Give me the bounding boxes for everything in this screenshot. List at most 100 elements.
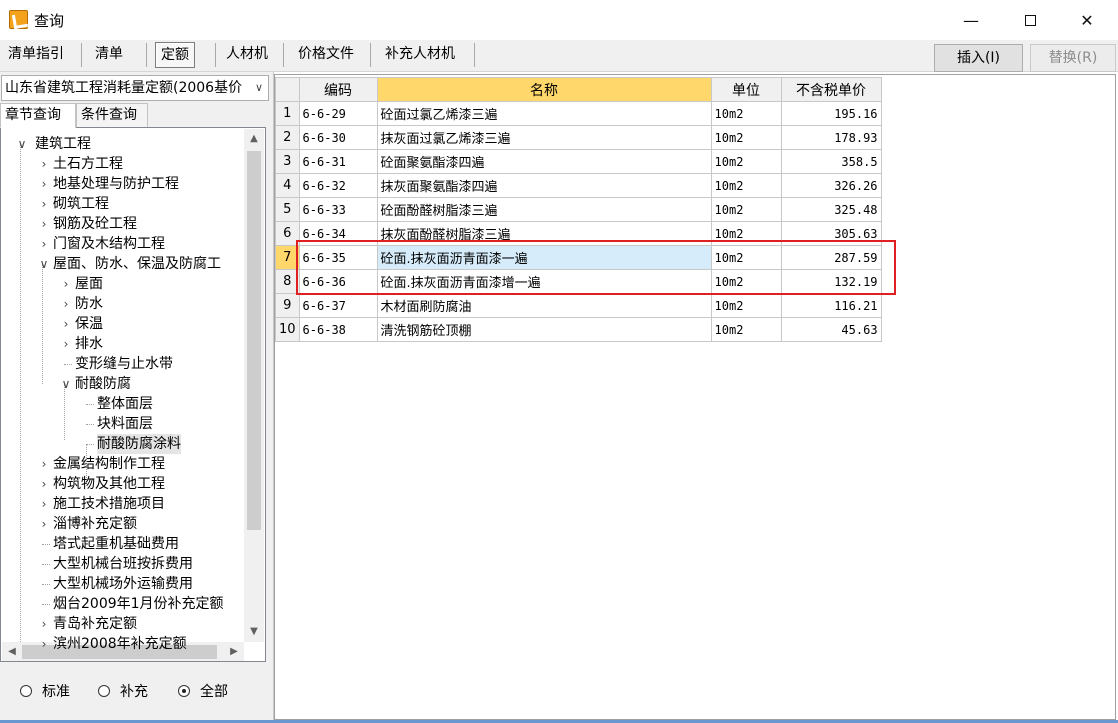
scroll-right-icon[interactable]: ▶ <box>224 642 244 661</box>
cell-name[interactable]: 砼面.抹灰面沥青面漆一遍 <box>376 245 712 270</box>
cell-unit[interactable]: 10m2 <box>710 125 782 150</box>
cell-unit[interactable]: 10m2 <box>710 245 782 270</box>
cell-unit[interactable]: 10m2 <box>710 173 782 198</box>
cell-name[interactable]: 清洗钢筋砼顶棚 <box>376 317 712 342</box>
cell-name[interactable]: 砼面过氯乙烯漆三遍 <box>376 101 712 126</box>
chevron-right-icon[interactable]: › <box>61 294 71 314</box>
chevron-right-icon[interactable]: › <box>39 474 49 494</box>
cell-price[interactable]: 132.19 <box>780 269 882 294</box>
table-row[interactable]: 9 6-6-37 木材面刷防腐油 10m2 116.21 <box>275 293 882 318</box>
tab-list[interactable]: 清单 <box>90 42 128 68</box>
row-number[interactable]: 2 <box>275 125 300 150</box>
row-number[interactable]: 3 <box>275 149 300 174</box>
scroll-left-icon[interactable]: ◀ <box>2 642 22 661</box>
chevron-right-icon[interactable]: › <box>39 454 49 474</box>
cell-code[interactable]: 6-6-37 <box>298 293 378 318</box>
cell-price[interactable]: 358.5 <box>780 149 882 174</box>
chevron-right-icon[interactable]: › <box>39 494 49 514</box>
row-number[interactable]: 6 <box>275 221 300 246</box>
table-row[interactable]: 6 6-6-34 抹灰面酚醛树脂漆三遍 10m2 305.63 <box>275 221 882 246</box>
chapter-tree[interactable]: ▲ ▼ ◀ ▶ ∨ 建筑工程 › 土石方工程 › 地基处理与防护工程 › 砌筑工程 › 钢筋及砼工… <box>0 127 266 662</box>
scroll-down-icon[interactable]: ▼ <box>244 622 264 642</box>
cell-unit[interactable]: 10m2 <box>710 317 782 342</box>
tab-list-guide[interactable]: 清单指引 <box>3 42 69 68</box>
chevron-right-icon[interactable]: › <box>61 314 71 334</box>
cell-unit[interactable]: 10m2 <box>710 197 782 222</box>
cell-price[interactable]: 287.59 <box>780 245 882 270</box>
tree-vertical-scroll-thumb[interactable] <box>247 151 261 530</box>
tab-supplement-lmm[interactable]: 补充人材机 <box>380 42 460 68</box>
chevron-right-icon[interactable]: › <box>39 614 49 634</box>
replace-button[interactable]: 替换(R) <box>1030 44 1116 72</box>
chevron-right-icon[interactable]: › <box>39 234 49 254</box>
cell-name[interactable]: 抹灰面聚氨酯漆四遍 <box>376 173 712 198</box>
row-number[interactable]: 7 <box>275 245 300 270</box>
chevron-right-icon[interactable]: › <box>39 174 49 194</box>
chevron-right-icon[interactable]: › <box>39 154 49 174</box>
scroll-up-icon[interactable]: ▲ <box>244 129 264 149</box>
table-row[interactable]: 8 6-6-36 砼面.抹灰面沥青面漆增一遍 10m2 132.19 <box>275 269 882 294</box>
header-unit[interactable]: 单位 <box>710 77 782 102</box>
cell-unit[interactable]: 10m2 <box>710 221 782 246</box>
cell-code[interactable]: 6-6-38 <box>298 317 378 342</box>
radio-all[interactable]: 全部 <box>178 683 228 701</box>
cell-price[interactable]: 116.21 <box>780 293 882 318</box>
cell-price[interactable]: 45.63 <box>780 317 882 342</box>
chevron-down-icon[interactable]: ∨ <box>61 374 71 394</box>
cell-name[interactable]: 抹灰面过氯乙烯漆三遍 <box>376 125 712 150</box>
table-row[interactable]: 4 6-6-32 抹灰面聚氨酯漆四遍 10m2 326.26 <box>275 173 882 198</box>
cell-code[interactable]: 6-6-36 <box>298 269 378 294</box>
cell-unit[interactable]: 10m2 <box>710 101 782 126</box>
chevron-down-icon[interactable]: ∨ <box>39 254 49 274</box>
chevron-right-icon[interactable]: › <box>39 214 49 234</box>
tab-condition-search[interactable]: 条件查询 <box>76 103 148 128</box>
table-row[interactable]: 7 6-6-35 砼面.抹灰面沥青面漆一遍 10m2 287.59 <box>275 245 882 270</box>
tab-price-file[interactable]: 价格文件 <box>293 42 359 68</box>
chevron-down-icon[interactable]: ∨ <box>250 76 268 100</box>
table-row[interactable]: 2 6-6-30 抹灰面过氯乙烯漆三遍 10m2 178.93 <box>275 125 882 150</box>
cell-code[interactable]: 6-6-29 <box>298 101 378 126</box>
maximize-button[interactable] <box>1007 8 1053 34</box>
cell-code[interactable]: 6-6-35 <box>298 245 378 270</box>
row-number[interactable]: 5 <box>275 197 300 222</box>
cell-unit[interactable]: 10m2 <box>710 149 782 174</box>
cell-name[interactable]: 砼面酚醛树脂漆三遍 <box>376 197 712 222</box>
tab-labor-material-machine[interactable]: 人材机 <box>221 42 273 68</box>
chevron-right-icon[interactable]: › <box>39 194 49 214</box>
chevron-down-icon[interactable]: ∨ <box>17 134 27 154</box>
cell-name[interactable]: 抹灰面酚醛树脂漆三遍 <box>376 221 712 246</box>
cell-code[interactable]: 6-6-30 <box>298 125 378 150</box>
table-row[interactable]: 3 6-6-31 砼面聚氨酯漆四遍 10m2 358.5 <box>275 149 882 174</box>
header-name[interactable]: 名称 <box>376 77 712 102</box>
radio-supplement[interactable]: 补充 <box>98 683 148 701</box>
cell-code[interactable]: 6-6-33 <box>298 197 378 222</box>
cell-code[interactable]: 6-6-31 <box>298 149 378 174</box>
cell-code[interactable]: 6-6-32 <box>298 173 378 198</box>
row-number[interactable]: 1 <box>275 101 300 126</box>
chevron-right-icon[interactable]: › <box>61 334 71 354</box>
cell-price[interactable]: 325.48 <box>780 197 882 222</box>
row-number[interactable]: 10 <box>275 317 300 342</box>
cell-price[interactable]: 305.63 <box>780 221 882 246</box>
cell-price[interactable]: 326.26 <box>780 173 882 198</box>
tab-quota[interactable]: 定额 <box>155 42 195 68</box>
cell-code[interactable]: 6-6-34 <box>298 221 378 246</box>
row-number[interactable]: 4 <box>275 173 300 198</box>
tree-vertical-scrollbar[interactable]: ▲ ▼ <box>244 129 264 642</box>
insert-button[interactable]: 插入(I) <box>934 44 1023 72</box>
close-button[interactable]: ✕ <box>1064 8 1110 34</box>
chevron-right-icon[interactable]: › <box>61 274 71 294</box>
cell-unit[interactable]: 10m2 <box>710 293 782 318</box>
radio-standard[interactable]: 标准 <box>20 683 70 701</box>
table-row[interactable]: 1 6-6-29 砼面过氯乙烯漆三遍 10m2 195.16 <box>275 101 882 126</box>
cell-price[interactable]: 195.16 <box>780 101 882 126</box>
chevron-right-icon[interactable]: › <box>39 514 49 534</box>
cell-unit[interactable]: 10m2 <box>710 269 782 294</box>
header-price[interactable]: 不含税单价 <box>780 77 882 102</box>
cell-price[interactable]: 178.93 <box>780 125 882 150</box>
row-number[interactable]: 9 <box>275 293 300 318</box>
cell-name[interactable]: 木材面刷防腐油 <box>376 293 712 318</box>
chevron-right-icon[interactable]: › <box>39 634 49 654</box>
table-row[interactable]: 10 6-6-38 清洗钢筋砼顶棚 10m2 45.63 <box>275 317 882 342</box>
row-number[interactable]: 8 <box>275 269 300 294</box>
